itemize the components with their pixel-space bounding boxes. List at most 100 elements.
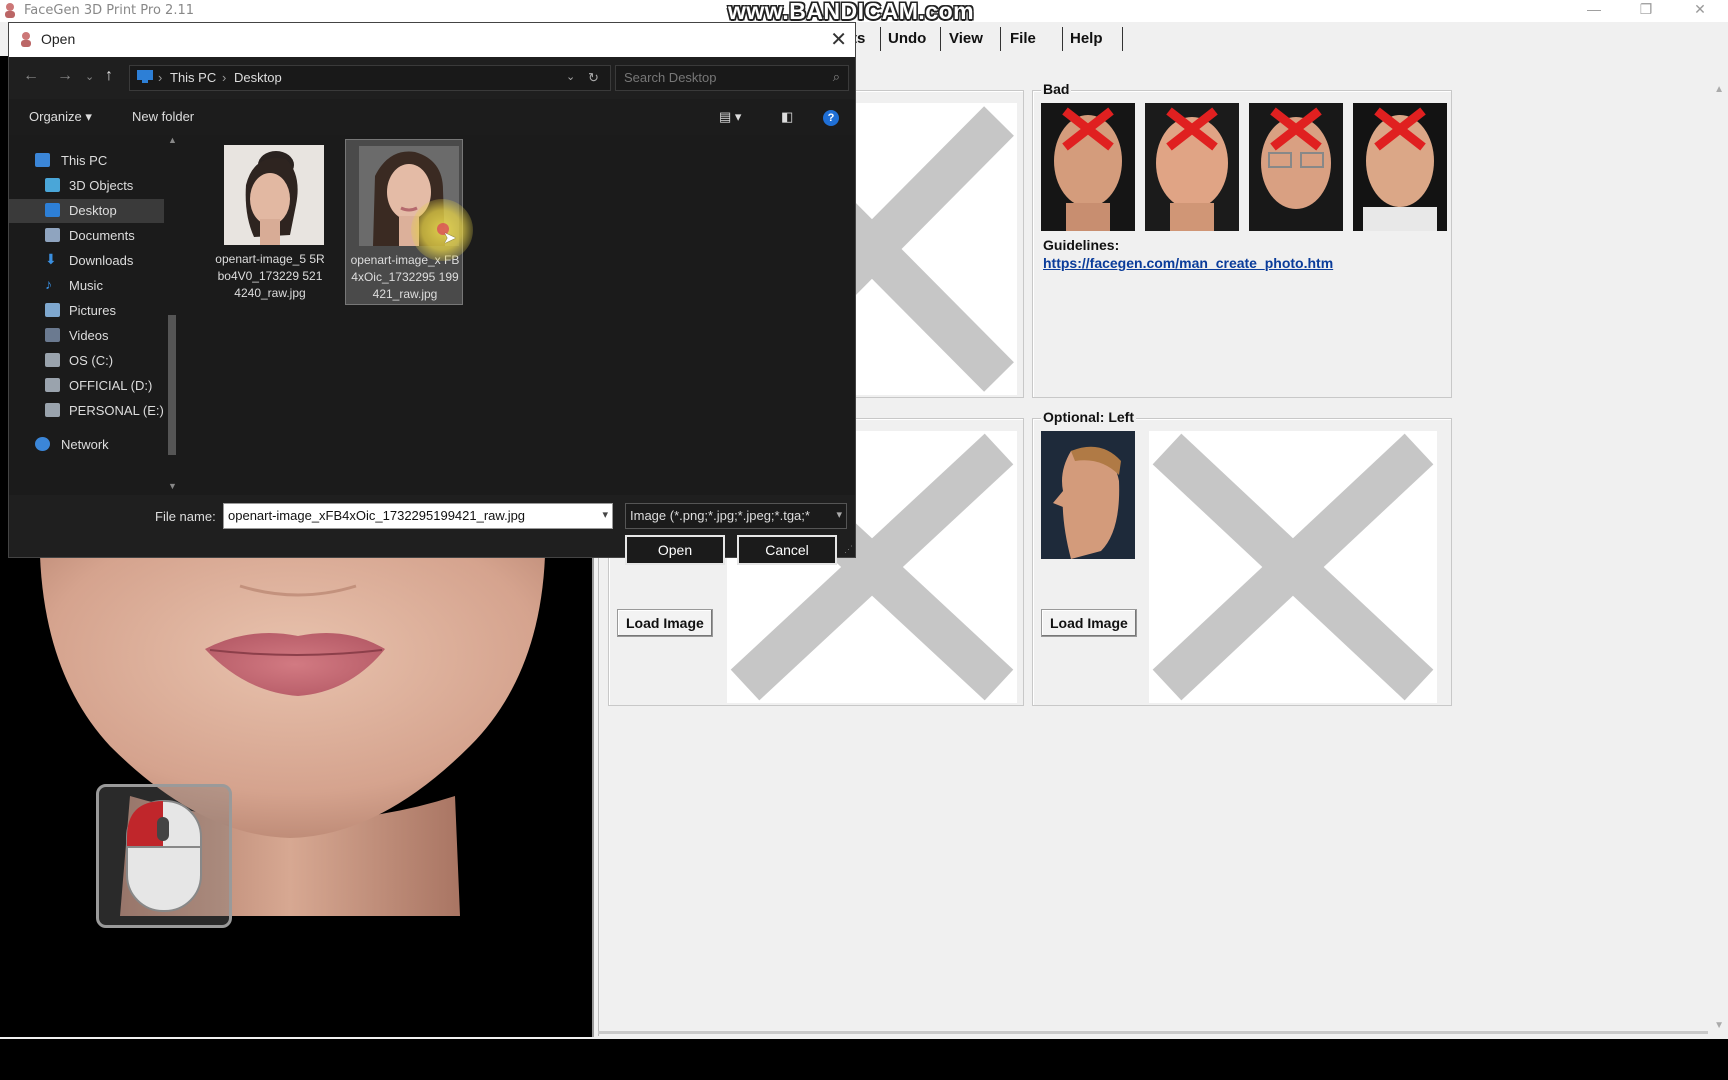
load-image-button-front[interactable]: Load Image [617, 609, 713, 637]
load-image-button-left[interactable]: Load Image [1041, 609, 1137, 637]
close-window-icon[interactable]: ✕ [1680, 0, 1720, 20]
dialog-toolbar: Organize ▾ New folder ▤ ▾ ◧ ? [9, 99, 855, 135]
file-item[interactable]: openart-image_5 5Rbo4V0_173229 5214240_r… [211, 139, 327, 303]
file-type-select[interactable]: Image (*.png;*.jpg;*.jpeg;*.tga;* ▾ [625, 503, 847, 529]
bad-examples-group: Bad Guidelines: https://facegen.com/man_… [1032, 81, 1452, 398]
menu-undo[interactable]: Undo [888, 30, 926, 47]
restore-icon[interactable]: ❐ [1626, 0, 1666, 20]
menu-separator [1000, 27, 1001, 51]
scroll-up-icon[interactable]: ▲ [1714, 84, 1724, 95]
file-name-label: File name: [155, 509, 216, 524]
file-thumbnail [224, 145, 324, 245]
dialog-navigation-row: ← → ⌄ ↑ › This PC › Desktop ⌄ ↻ Search D… [9, 57, 855, 99]
file-name: openart-image_5 5Rbo4V0_173229 5214240_r… [215, 252, 325, 300]
bad-group-label: Bad [1041, 81, 1072, 97]
address-dropdown-icon[interactable]: ⌄ [566, 70, 575, 83]
nav-item-documents[interactable]: Documents [9, 224, 164, 248]
nav-item-desktop[interactable]: Desktop [9, 199, 164, 223]
menu-help[interactable]: Help [1070, 30, 1103, 47]
dialog-app-icon [19, 31, 33, 47]
app-icon [3, 2, 17, 18]
view-options-icon[interactable]: ▤ ▾ [719, 109, 741, 125]
computer-icon [35, 153, 50, 167]
breadcrumb-separator: › [158, 70, 163, 85]
open-button[interactable]: Open [625, 535, 725, 565]
nav-item-os-c[interactable]: OS (C:) [9, 349, 164, 373]
bad-example-photo [1145, 103, 1239, 231]
scroll-up-icon[interactable]: ▲ [168, 135, 177, 145]
menu-view[interactable]: View [949, 30, 983, 47]
music-icon: ♪ [45, 276, 52, 292]
left-profile-example-photo [1041, 431, 1135, 559]
menu-separator [1122, 27, 1123, 51]
guidelines-label: Guidelines: [1043, 237, 1120, 253]
recent-locations-icon[interactable]: ⌄ [85, 70, 94, 83]
guidelines-link[interactable]: https://facegen.com/man_create_photo.htm [1043, 255, 1333, 271]
organize-button[interactable]: Organize ▾ [29, 109, 92, 125]
scrollbar-thumb[interactable] [168, 315, 176, 455]
title-bar: FaceGen 3D Print Pro 2.11 www.BANDICAM.c… [0, 0, 1728, 24]
cube-icon [45, 178, 60, 192]
download-icon: ⬇ [45, 251, 57, 267]
resize-grip-icon[interactable]: ⋰ [844, 544, 853, 555]
file-name-value: openart-image_xFB4xOic_1732295199421_raw… [228, 508, 526, 523]
open-file-dialog: Open ✕ ← → ⌄ ↑ › This PC › Desktop ⌄ ↻ S… [8, 22, 856, 565]
breadcrumb-this-pc[interactable]: This PC [170, 70, 216, 85]
file-name-dropdown-icon[interactable]: ▾ [602, 508, 608, 521]
search-input[interactable]: Search Desktop ⌕ [615, 65, 849, 91]
mouse-hint-icon [96, 784, 232, 928]
file-list-pane: openart-image_5 5Rbo4V0_173229 5214240_r… [177, 135, 855, 495]
drive-icon [45, 378, 60, 392]
left-photo-placeholder [1149, 431, 1437, 703]
file-name-input[interactable]: openart-image_xFB4xOic_1732295199421_raw… [223, 503, 613, 529]
bad-example-photo [1249, 103, 1343, 231]
help-icon[interactable]: ? [823, 110, 839, 126]
nav-item-pictures[interactable]: Pictures [9, 299, 164, 323]
nav-item-videos[interactable]: Videos [9, 324, 164, 348]
vertical-scrollbar[interactable] [1710, 80, 1728, 1040]
scroll-down-icon[interactable]: ▼ [1714, 1020, 1724, 1031]
navigation-pane: This PC 3D Objects Desktop Documents ⬇ D… [9, 135, 177, 495]
optional-left-label: Optional: Left [1041, 409, 1136, 425]
nav-item-downloads[interactable]: ⬇ Downloads [9, 249, 164, 273]
menu-file[interactable]: File [1010, 30, 1036, 47]
cancel-button[interactable]: Cancel [737, 535, 837, 565]
drive-icon [45, 353, 60, 367]
new-folder-button[interactable]: New folder [132, 109, 194, 124]
file-type-value: Image (*.png;*.jpg;*.jpeg;*.tga;* [630, 508, 810, 523]
app-title: FaceGen 3D Print Pro 2.11 [24, 3, 194, 18]
desktop-icon [45, 203, 60, 217]
panel-bottom-scrollbar[interactable] [598, 1031, 1708, 1034]
video-icon [45, 328, 60, 342]
menu-separator [1062, 27, 1063, 51]
back-arrow-icon[interactable]: ← [23, 67, 39, 85]
address-bar[interactable]: › This PC › Desktop ⌄ ↻ [129, 65, 611, 91]
scroll-down-icon[interactable]: ▼ [168, 481, 177, 491]
breadcrumb-desktop[interactable]: Desktop [234, 70, 282, 85]
forward-arrow-icon[interactable]: → [57, 67, 73, 85]
pc-location-icon [136, 69, 154, 86]
bad-example-photo [1041, 103, 1135, 231]
nav-item-this-pc[interactable]: This PC [9, 149, 164, 173]
preview-pane-icon[interactable]: ◧ [781, 109, 793, 125]
minimize-icon[interactable]: — [1574, 0, 1614, 20]
bad-example-photo [1353, 103, 1447, 231]
menu-separator [880, 27, 881, 51]
navigation-pane-scrollbar[interactable]: ▲ ▼ [167, 135, 177, 495]
search-placeholder: Search Desktop [624, 70, 717, 85]
refresh-icon[interactable]: ↻ [588, 70, 599, 86]
document-icon [45, 228, 60, 242]
nav-item-personal-e[interactable]: PERSONAL (E:) [9, 399, 164, 423]
pictures-icon [45, 303, 60, 317]
menu-separator [940, 27, 941, 51]
mouse-cursor-icon: ➤ [443, 230, 457, 247]
nav-item-network[interactable]: Network [9, 433, 164, 457]
nav-item-official-d[interactable]: OFFICIAL (D:) [9, 374, 164, 398]
dialog-close-icon[interactable]: ✕ [830, 27, 847, 52]
up-arrow-icon[interactable]: ↑ [105, 67, 113, 85]
search-icon: ⌕ [832, 69, 840, 84]
file-type-dropdown-icon[interactable]: ▾ [836, 508, 842, 521]
nav-item-music[interactable]: ♪ Music [9, 274, 164, 298]
dialog-title-bar: Open ✕ [9, 23, 855, 57]
nav-item-3d-objects[interactable]: 3D Objects [9, 174, 164, 198]
